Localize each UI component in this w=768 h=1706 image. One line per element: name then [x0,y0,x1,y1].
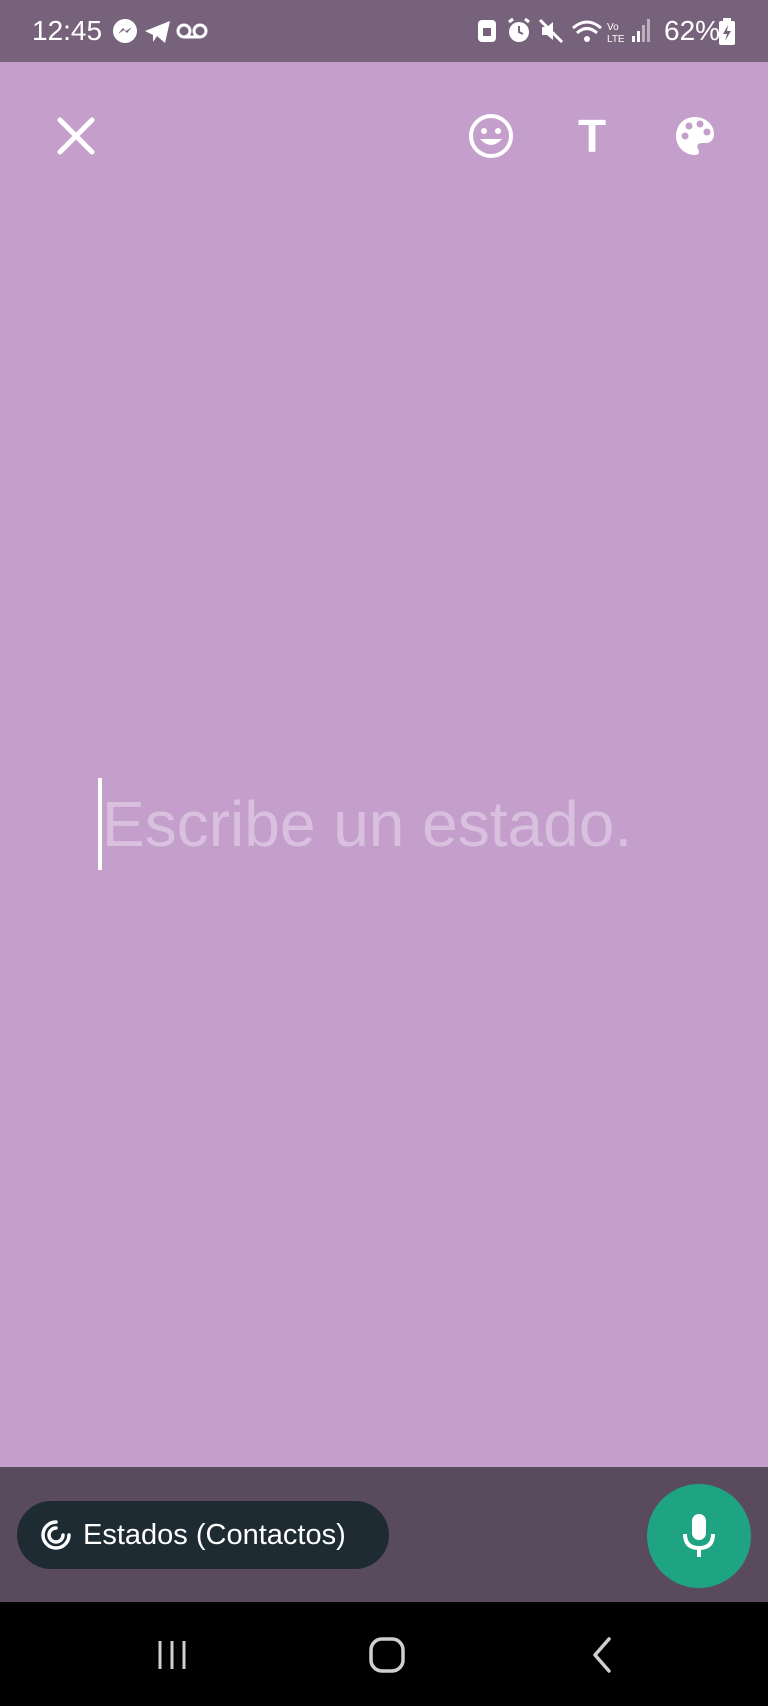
status-icon [41,1520,71,1550]
voice-record-button[interactable] [647,1484,751,1588]
recents-icon [158,1641,186,1669]
close-button[interactable] [44,104,108,168]
signal-icon [632,19,650,42]
close-icon [57,117,95,155]
palette-icon [676,117,714,155]
status-left-icons [113,19,208,43]
svg-text:Vo: Vo [607,22,619,33]
svg-text:LTE: LTE [607,34,625,45]
emoji-icon [469,114,513,158]
status-audience-label: Estados (Contactos) [83,1518,346,1551]
back-button[interactable] [572,1630,632,1680]
navigation-bar [0,1602,768,1706]
emoji-button[interactable] [459,104,523,168]
lock-app-icon [478,20,496,42]
alarm-icon [508,17,530,42]
battery-icon [719,18,735,45]
volte-icon: Vo LTE [607,22,625,45]
home-icon [369,1637,405,1673]
status-time: 12:45 [32,15,103,46]
status-text-area[interactable] [98,778,698,870]
color-palette-button[interactable] [663,104,727,168]
status-composer-canvas[interactable] [0,62,768,1467]
text-style-icon: T [577,110,607,162]
status-bar: 12:45 Vo LTE 62% [0,0,768,62]
home-button[interactable] [357,1630,417,1680]
status-right-icons: Vo LTE [478,17,650,45]
status-text-input[interactable] [102,778,692,870]
wifi-icon [572,20,602,42]
microphone-icon [683,1514,715,1557]
back-icon [593,1637,611,1673]
text-style-button[interactable]: T [560,104,624,168]
recents-button[interactable] [142,1630,202,1680]
telegram-icon [145,21,170,43]
mute-icon [538,18,564,44]
battery-percent: 62% [664,15,721,46]
messenger-icon [113,19,137,43]
status-audience-button[interactable]: Estados (Contactos) [17,1501,389,1569]
voicemail-icon [176,23,208,39]
